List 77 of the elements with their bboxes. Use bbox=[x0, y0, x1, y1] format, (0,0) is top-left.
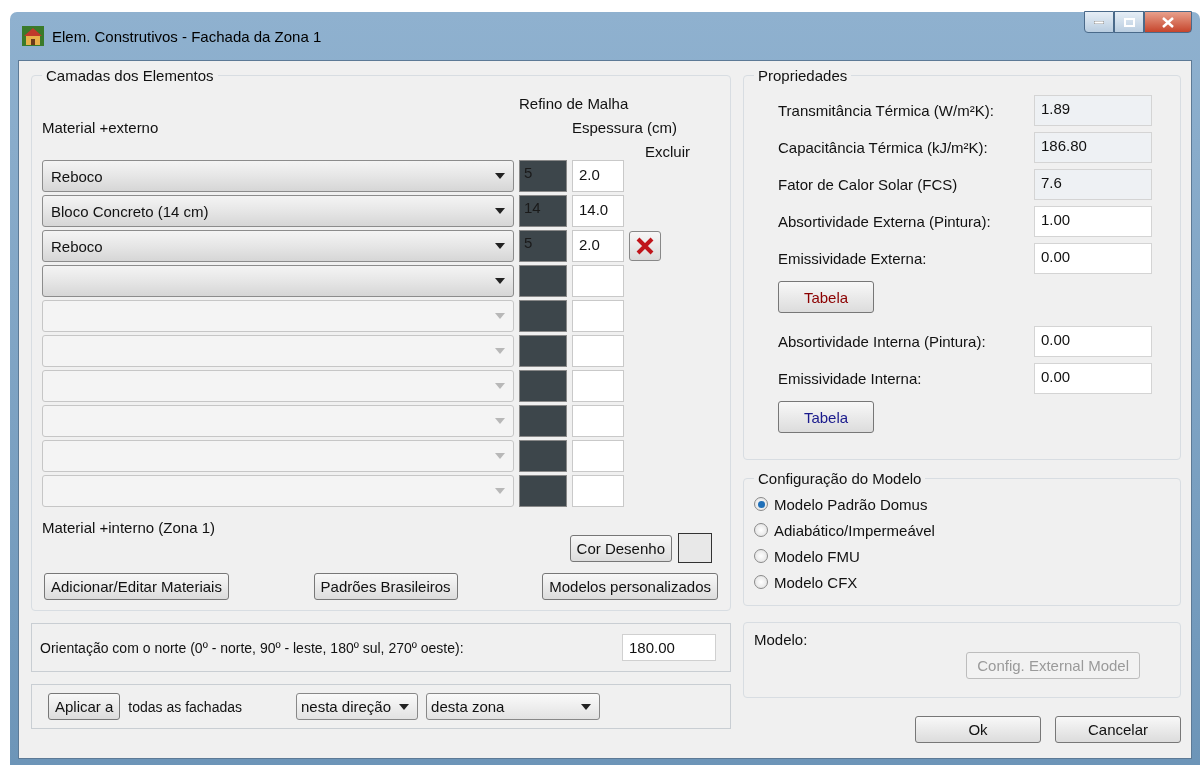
direction-dropdown[interactable]: nesta direção bbox=[296, 693, 419, 720]
dropdown-arrow-icon bbox=[495, 453, 505, 459]
window-title: Elem. Construtivos - Fachada da Zona 1 bbox=[52, 27, 322, 45]
property-label: Absortividade Externa (Pintura): bbox=[778, 213, 992, 230]
material-dropdown[interactable]: Bloco Concreto (14 cm) bbox=[42, 195, 514, 227]
radio-label: Adiabático/Impermeável bbox=[774, 521, 935, 539]
close-button[interactable] bbox=[1144, 11, 1192, 33]
property-field[interactable]: 1.89 bbox=[1034, 95, 1152, 126]
inner-material-label: Material +interno (Zona 1) bbox=[42, 519, 215, 536]
thickness-field[interactable]: 2.0 bbox=[572, 160, 624, 192]
material-dropdown[interactable]: Reboco bbox=[42, 230, 514, 262]
dropdown-arrow-icon bbox=[495, 208, 505, 214]
minimize-icon bbox=[1094, 20, 1104, 24]
maximize-icon bbox=[1123, 17, 1135, 27]
group-title: Configuração do Modelo bbox=[757, 470, 923, 487]
maximize-button[interactable] bbox=[1114, 11, 1144, 33]
orientation-label: Orientação com o norte (0º - norte, 90º - leste, 180º sul, 270º oeste): bbox=[40, 639, 464, 656]
dropdown-arrow-icon bbox=[495, 418, 505, 424]
radio-button[interactable] bbox=[754, 575, 768, 589]
dropdown-arrow-icon bbox=[495, 313, 505, 319]
orientation-field[interactable]: 180.00 bbox=[622, 634, 716, 661]
property-label: Transmitância Térmica (W/m²K): bbox=[778, 102, 995, 119]
minimize-button[interactable] bbox=[1084, 11, 1114, 33]
outer-material-label: Material +externo bbox=[42, 119, 160, 136]
close-icon bbox=[1162, 16, 1174, 28]
dropdown-arrow-icon bbox=[495, 278, 505, 284]
close-icon bbox=[636, 237, 654, 255]
dropdown-arrow-icon bbox=[495, 243, 505, 249]
column-header: Espessura (cm) bbox=[572, 119, 679, 136]
property-field[interactable]: 0.00 bbox=[1034, 243, 1152, 274]
material-dropdown[interactable] bbox=[42, 265, 514, 297]
dropdown-arrow-icon bbox=[399, 703, 410, 710]
property-field[interactable]: 7.6 bbox=[1034, 169, 1152, 200]
action-button[interactable]: Adicionar/Editar Materiais bbox=[44, 573, 229, 600]
model-label: Modelo: bbox=[754, 631, 809, 648]
property-label: Emissividade Externa: bbox=[778, 250, 928, 267]
column-header: Refino de Malha bbox=[519, 95, 630, 112]
ok-button[interactable]: Ok bbox=[915, 716, 1041, 743]
column-header: Excluir bbox=[644, 143, 689, 160]
material-dropdown[interactable]: Reboco bbox=[42, 160, 514, 192]
dropdown-arrow-icon bbox=[495, 348, 505, 354]
dropdown-arrow-icon bbox=[495, 383, 505, 389]
property-field[interactable]: 1.00 bbox=[1034, 206, 1152, 237]
table-button[interactable]: Tabela bbox=[778, 401, 874, 433]
property-label: Absortividade Interna (Pintura): bbox=[778, 333, 987, 350]
property-label: Emissividade Interna: bbox=[778, 370, 923, 387]
radio-label: Modelo Padrão Domus bbox=[774, 495, 928, 513]
property-field[interactable]: 0.00 bbox=[1034, 363, 1152, 394]
table-button[interactable]: Tabela bbox=[778, 281, 874, 313]
zone-dropdown[interactable]: desta zona bbox=[426, 693, 601, 720]
delete-button[interactable] bbox=[629, 231, 661, 261]
action-button[interactable]: Padrões Brasileiros bbox=[313, 573, 458, 600]
property-field[interactable]: 186.80 bbox=[1034, 132, 1152, 163]
thickness-field[interactable]: 2.0 bbox=[572, 230, 624, 262]
mesh-field[interactable] bbox=[519, 265, 567, 297]
property-label: Capacitância Térmica (kJ/m²K): bbox=[778, 139, 989, 156]
apply-button[interactable]: Aplicar a bbox=[48, 693, 121, 720]
dropdown-arrow-icon bbox=[581, 703, 592, 710]
apply-label: todas as fachadas bbox=[128, 698, 242, 715]
group-title: Camadas dos Elementos bbox=[45, 67, 215, 84]
radio-label: Modelo CFX bbox=[774, 573, 858, 591]
property-field[interactable]: 0.00 bbox=[1034, 326, 1152, 357]
thickness-field[interactable] bbox=[572, 265, 624, 297]
cancel-button[interactable]: Cancelar bbox=[1055, 716, 1181, 743]
color-swatch[interactable] bbox=[678, 533, 712, 563]
action-button[interactable]: Modelos personalizados bbox=[542, 573, 718, 600]
radio-button[interactable] bbox=[754, 497, 768, 511]
dropdown-arrow-icon bbox=[495, 173, 505, 179]
radio-button[interactable] bbox=[754, 549, 768, 563]
dropdown-arrow-icon bbox=[495, 488, 505, 494]
radio-button[interactable] bbox=[754, 523, 768, 537]
thickness-field[interactable]: 14.0 bbox=[572, 195, 624, 227]
property-label: Fator de Calor Solar (FCS) bbox=[778, 176, 959, 193]
radio-label: Modelo FMU bbox=[774, 547, 860, 565]
house-icon bbox=[22, 26, 44, 46]
group-title: Propriedades bbox=[757, 67, 849, 84]
draw-color-button[interactable]: Cor Desenho bbox=[569, 534, 672, 562]
